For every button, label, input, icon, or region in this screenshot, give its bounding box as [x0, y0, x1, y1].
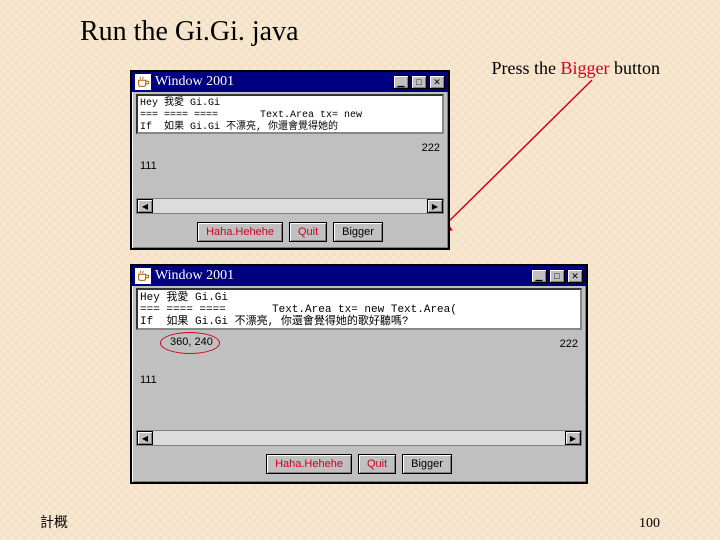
button-row: Haha.Hehehe Quit Bigger [132, 218, 448, 248]
minimize-button[interactable]: ▁ [393, 75, 409, 89]
scroll-right-icon[interactable]: ▶ [427, 199, 443, 213]
slide-title: Run the Gi.Gi. java [80, 16, 299, 48]
haha-button[interactable]: Haha.Hehehe [266, 454, 352, 474]
close-button[interactable]: ✕ [429, 75, 445, 89]
client-area: 111 222 [136, 134, 444, 198]
quit-button[interactable]: Quit [289, 222, 327, 242]
horizontal-scrollbar[interactable]: ◀ ▶ [136, 430, 582, 446]
scroll-right-icon[interactable]: ▶ [565, 431, 581, 445]
annotation-bigger-word: Bigger [560, 58, 609, 78]
page-number: 100 [639, 516, 660, 532]
label-111: 111 [140, 374, 157, 386]
annotation-pre: Press the [491, 58, 560, 78]
horizontal-scrollbar[interactable]: ◀ ▶ [136, 198, 444, 214]
button-row: Haha.Hehehe Quit Bigger [132, 450, 586, 480]
scroll-left-icon[interactable]: ◀ [137, 199, 153, 213]
annotation-post: button [609, 58, 660, 78]
window-title: Window 2001 [155, 268, 234, 284]
java-icon [135, 268, 151, 284]
close-button[interactable]: ✕ [567, 269, 583, 283]
text-area[interactable]: Hey 我愛 Gi.Gi === ==== ==== Text.Area tx=… [136, 94, 444, 134]
scroll-left-icon[interactable]: ◀ [137, 431, 153, 445]
client-area: 360, 240 111 222 [136, 330, 582, 430]
coord-label: 360, 240 [170, 336, 213, 348]
label-222: 222 [560, 338, 578, 350]
window-2001-before: Window 2001 ▁ □ ✕ Hey 我愛 Gi.Gi === ==== … [130, 70, 450, 250]
bigger-button[interactable]: Bigger [402, 454, 452, 474]
maximize-button[interactable]: □ [411, 75, 427, 89]
label-222: 222 [422, 142, 440, 154]
footer-left: 計概 [40, 512, 68, 532]
window-title: Window 2001 [155, 74, 234, 90]
label-111: 111 [140, 160, 157, 172]
text-area[interactable]: Hey 我愛 Gi.Gi === ==== ==== Text.Area tx=… [136, 288, 582, 330]
press-bigger-annotation: Press the Bigger button [491, 58, 660, 79]
java-icon [135, 74, 151, 90]
titlebar[interactable]: Window 2001 ▁ □ ✕ [132, 72, 448, 92]
haha-button[interactable]: Haha.Hehehe [197, 222, 283, 242]
titlebar[interactable]: Window 2001 ▁ □ ✕ [132, 266, 586, 286]
quit-button[interactable]: Quit [358, 454, 396, 474]
minimize-button[interactable]: ▁ [531, 269, 547, 283]
window-2001-after: Window 2001 ▁ □ ✕ Hey 我愛 Gi.Gi === ==== … [130, 264, 588, 484]
maximize-button[interactable]: □ [549, 269, 565, 283]
bigger-button[interactable]: Bigger [333, 222, 383, 242]
